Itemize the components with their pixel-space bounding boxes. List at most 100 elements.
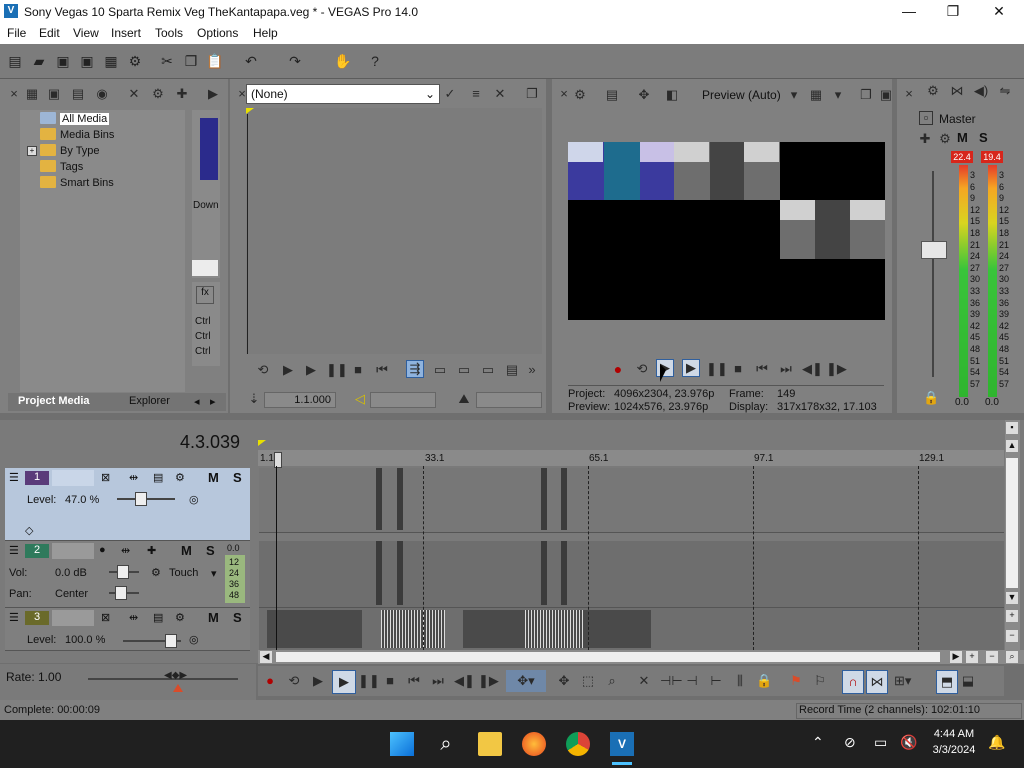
track-header-3[interactable]: ☰ 3 ⊠ ⇹ ▤ ⚙ M S Level: 100.0 % ◎ [5,608,250,651]
zoom-edit-tool-icon[interactable]: ⌕ [604,673,620,689]
track-motion-icon[interactable]: ⊠ [101,611,110,624]
master-icon[interactable]: ▫ [919,111,933,125]
video-event[interactable] [561,468,567,530]
mixer-properties-icon[interactable]: ⚙ [925,83,941,99]
tab-scroll-right-icon[interactable]: ▸ [210,395,216,408]
tab-explorer[interactable]: Explorer [129,395,170,407]
get-media-icon[interactable]: ▤ [70,86,86,102]
play-from-start-icon[interactable]: ▶ [280,362,296,378]
network-icon[interactable]: ⊘ [844,734,856,751]
track-solo[interactable]: S [233,470,242,485]
mixer-audio-icon[interactable]: ◀) [973,83,989,99]
help-icon[interactable]: ? [366,52,384,70]
trimmer-dropdown[interactable]: (None) ⌄ [246,84,440,104]
timeline-ruler[interactable]: 1.1 33.1 65.1 97.1 129.1 [258,450,1004,466]
trimmer-more-icon[interactable]: » [524,362,540,378]
stop-icon[interactable]: ■ [730,361,746,377]
track-properties-icon[interactable]: ⚙ [175,471,185,484]
firefox-icon[interactable] [522,732,546,756]
tree-item-by-type[interactable]: By Type [40,144,100,157]
envelope-tool-icon[interactable]: ✥ [556,673,572,689]
automation-mode[interactable]: Touch [169,567,198,579]
spellcheck-icon[interactable]: ✓ [442,86,458,102]
track-lane-2[interactable] [259,541,1004,608]
play-icon[interactable]: ▶ [682,359,700,377]
next-frame-icon[interactable]: ❚▶ [478,673,499,689]
compositing-icon[interactable]: ▤ [153,471,163,484]
menu-help[interactable]: Help [253,26,278,40]
properties-icon[interactable]: ⚙ [126,52,144,70]
track-mute[interactable]: M [208,610,219,625]
overlays-icon[interactable]: ◧ [664,87,680,103]
level-slider-handle[interactable] [135,492,147,506]
trim-start-icon[interactable]: ⊣ [684,673,700,689]
display-icon[interactable]: ▭ [874,734,887,751]
master-fader[interactable] [921,241,947,259]
preview-quality-dropdown[interactable]: Preview (Auto) [702,88,781,102]
audio-event[interactable] [561,541,567,605]
insert-marker-icon[interactable]: ⚑ [788,673,804,689]
play-icon[interactable]: ▶ [303,362,319,378]
whats-this-icon[interactable]: ✋ [334,52,352,70]
copy-icon[interactable]: ❐ [182,52,200,70]
lock-icon[interactable]: 🔒 [923,390,939,406]
next-frame-icon[interactable]: ❚▶ [826,361,847,377]
menu-insert[interactable]: Insert [111,26,141,40]
tab-project-media[interactable]: Project Media [18,395,90,407]
preview-quality-chevron-icon[interactable]: ▾ [786,87,802,103]
arm-record-icon[interactable]: ● [99,544,106,556]
capture-icon[interactable]: ▣ [46,86,62,102]
paste-icon[interactable]: 📋 [206,52,224,70]
vegas-taskbar-icon[interactable]: V [610,732,634,756]
trim-icon[interactable]: ⊣⊢ [660,673,683,689]
scroll-thumb[interactable] [276,652,940,662]
trim-end-icon[interactable]: ⊢ [708,673,724,689]
go-to-start-icon[interactable]: ⏮ [754,361,770,377]
track-solo[interactable]: S [206,543,215,558]
media-properties-icon[interactable]: ⚙ [150,86,166,102]
tree-item-all-media[interactable]: All Media [40,112,110,125]
cut-icon[interactable]: ✂ [158,52,176,70]
preview-close-icon[interactable]: × [556,86,572,102]
zoom-in-vertical-icon[interactable]: + [1006,610,1018,622]
trimmer-clear-icon[interactable]: ✕ [492,86,508,102]
collapse-track-icon[interactable]: ☰ [9,611,19,624]
menu-tools[interactable]: Tools [155,26,183,40]
menu-view[interactable]: View [73,26,99,40]
close-button[interactable]: ✕ [976,0,1022,24]
render-icon[interactable]: ▦ [102,52,120,70]
list-icon[interactable]: ≡ [468,86,484,102]
ignore-grouping-icon[interactable]: ⬓ [960,673,976,689]
split-screen-icon[interactable]: ✥ [636,87,652,103]
zoom-in-icon[interactable]: + [966,651,978,663]
video-event[interactable] [397,468,403,530]
pause-icon[interactable]: ❚❚ [358,673,380,689]
trimmer-display[interactable] [246,108,542,354]
selection-tool-icon[interactable]: ⬚ [580,673,596,689]
zoom-out-icon[interactable]: − [986,651,998,663]
track-name-field[interactable] [52,610,94,626]
pause-icon[interactable]: ❚❚ [326,362,348,378]
ripple-icon[interactable]: ⊞▾ [894,673,911,689]
menu-file[interactable]: File [7,26,26,40]
go-to-start-icon[interactable]: ⏮ [406,673,422,689]
start-icon[interactable] [390,732,414,756]
video-event[interactable] [381,610,445,648]
vol-slider-handle[interactable] [117,565,129,579]
zoom-out-vertical-icon[interactable]: − [1006,630,1018,642]
scroll-down-icon[interactable]: ▼ [1006,592,1018,604]
maximize-button[interactable]: ❐ [930,0,976,24]
tree-item-tags[interactable]: Tags [40,160,83,173]
insert-region-icon[interactable]: ⚐ [812,673,828,689]
track-envelope-icon[interactable]: ◎ [189,493,199,506]
lock-event-icon[interactable]: 🔒 [756,673,772,689]
add-to-timeline-icon[interactable]: ⇶ [406,360,424,378]
more-icon[interactable]: ▶ [205,86,221,102]
preview-properties-icon[interactable]: ⚙ [572,87,588,103]
loop-playback-icon[interactable]: ⟲ [286,673,302,689]
scroll-left-icon[interactable]: ◀ [260,651,272,663]
master-mute[interactable]: M [957,130,968,145]
split-icon[interactable]: ⫼ [732,673,748,689]
loop-icon[interactable]: ⟲ [255,362,271,378]
collapse-track-icon[interactable]: ☰ [9,544,19,557]
